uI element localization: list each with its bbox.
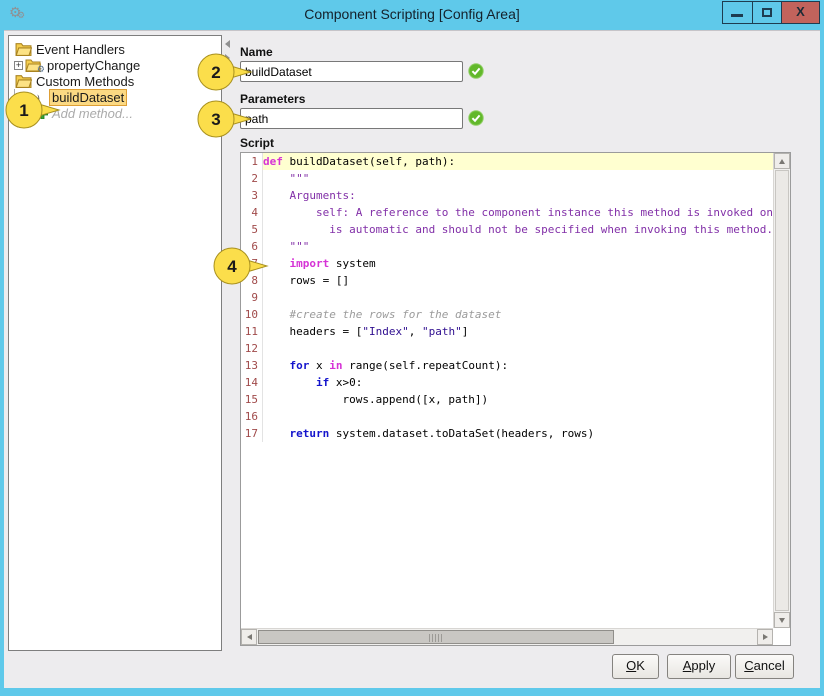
ok-button[interactable]: OK [612,654,659,679]
callout-2: 2 [196,50,254,94]
window-title: Component Scripting [Config Area] [0,0,824,28]
name-input[interactable] [240,61,463,82]
tree-item-label: propertyChange [47,58,140,73]
minimize-icon [731,14,743,17]
callout-3: 3 [196,97,254,141]
folder-gear-icon: ⚙ [25,58,43,72]
code-line[interactable]: 2 """ [241,170,773,187]
line-number: 10 [241,306,263,323]
code-line[interactable]: 17 return system.dataset.toDataSet(heade… [241,425,773,442]
code-line[interactable]: 1def buildDataset(self, path): [241,153,773,170]
callout-1: 1 [4,88,62,132]
maximize-icon [762,8,772,17]
callout-number: 2 [211,63,220,82]
apply-button[interactable]: Apply [667,654,731,679]
tree-item-custom-methods[interactable]: Custom Methods [9,73,221,89]
ok-button-label: K [636,658,645,673]
arrow-left-icon [247,634,252,640]
splitter-collapse-left-icon[interactable] [225,40,230,48]
line-number: 3 [241,187,263,204]
line-number: 11 [241,323,263,340]
script-editor: 1def buildDataset(self, path):2 """3 Arg… [240,152,791,646]
scroll-up-button[interactable] [774,153,790,169]
folder-open-icon [15,74,32,88]
code-line[interactable]: 11 headers = ["Index", "path"] [241,323,773,340]
line-number: 16 [241,408,263,425]
code-line[interactable]: 13 for x in range(self.repeatCount): [241,357,773,374]
valid-check-icon [468,110,484,126]
scroll-grip-icon [429,634,442,642]
tree-item-event-handlers[interactable]: Event Handlers [9,41,221,57]
tree-item-label: Event Handlers [36,42,125,57]
maximize-button[interactable] [752,2,781,23]
valid-check-icon [468,63,484,79]
code-line[interactable]: 15 rows.append([x, path]) [241,391,773,408]
horizontal-scrollbar[interactable] [241,628,773,645]
minimize-button[interactable] [723,2,752,23]
code-line[interactable]: 6 """ [241,238,773,255]
cancel-button-mnemonic: C [744,658,753,673]
arrow-down-icon [779,618,785,623]
code-line[interactable]: 10 #create the rows for the dataset [241,306,773,323]
code-line[interactable]: 8 rows = [] [241,272,773,289]
folder-open-icon [15,42,32,56]
title-bar[interactable]: ⚙⚙ Component Scripting [Config Area] X [0,0,824,30]
cancel-button-label: ancel [754,658,785,673]
dialog-window: ⚙⚙ Component Scripting [Config Area] X E… [0,0,824,696]
gear-icon: ⚙ [37,64,45,75]
line-number: 14 [241,374,263,391]
line-number: 5 [241,221,263,238]
code-line[interactable]: 14 if x>0: [241,374,773,391]
close-icon: X [782,4,819,19]
vertical-scroll-thumb[interactable] [775,170,789,611]
line-number: 2 [241,170,263,187]
tree-item-label: Add method... [52,106,133,121]
line-number: 9 [241,289,263,306]
line-number: 13 [241,357,263,374]
line-number: 12 [241,340,263,357]
line-number: 15 [241,391,263,408]
vertical-scrollbar[interactable] [773,153,790,628]
callout-number: 1 [19,101,28,120]
scroll-down-button[interactable] [774,612,790,628]
window-controls: X [722,1,820,24]
line-number: 17 [241,425,263,442]
callout-number: 4 [227,257,237,276]
code-line[interactable]: 5 is automatic and should not be specifi… [241,221,773,238]
parameters-input[interactable] [240,108,463,129]
tree-item-property-change[interactable]: + ⚙ propertyChange [9,57,221,73]
expand-plus-icon[interactable]: + [14,61,23,70]
close-button[interactable]: X [781,2,819,23]
line-number: 1 [241,153,263,170]
arrow-up-icon [779,159,785,164]
scroll-left-button[interactable] [241,629,257,645]
code-line[interactable]: 12 [241,340,773,357]
line-number: 4 [241,204,263,221]
callout-number: 3 [211,110,220,129]
code-line[interactable]: 4 self: A reference to the component ins… [241,204,773,221]
callout-4: 4 [212,244,270,288]
code-line[interactable]: 3 Arguments: [241,187,773,204]
code-line[interactable]: 16 [241,408,773,425]
ok-button-mnemonic: O [626,658,636,673]
code-line[interactable]: 7 import system [241,255,773,272]
code-area[interactable]: 1def buildDataset(self, path):2 """3 Arg… [241,153,773,628]
scroll-right-button[interactable] [757,629,773,645]
apply-button-label: pply [691,658,715,673]
tree-item-label: Custom Methods [36,74,134,89]
arrow-right-icon [763,634,768,640]
cancel-button[interactable]: Cancel [735,654,794,679]
code-line[interactable]: 9 [241,289,773,306]
horizontal-scroll-thumb[interactable] [258,630,614,644]
